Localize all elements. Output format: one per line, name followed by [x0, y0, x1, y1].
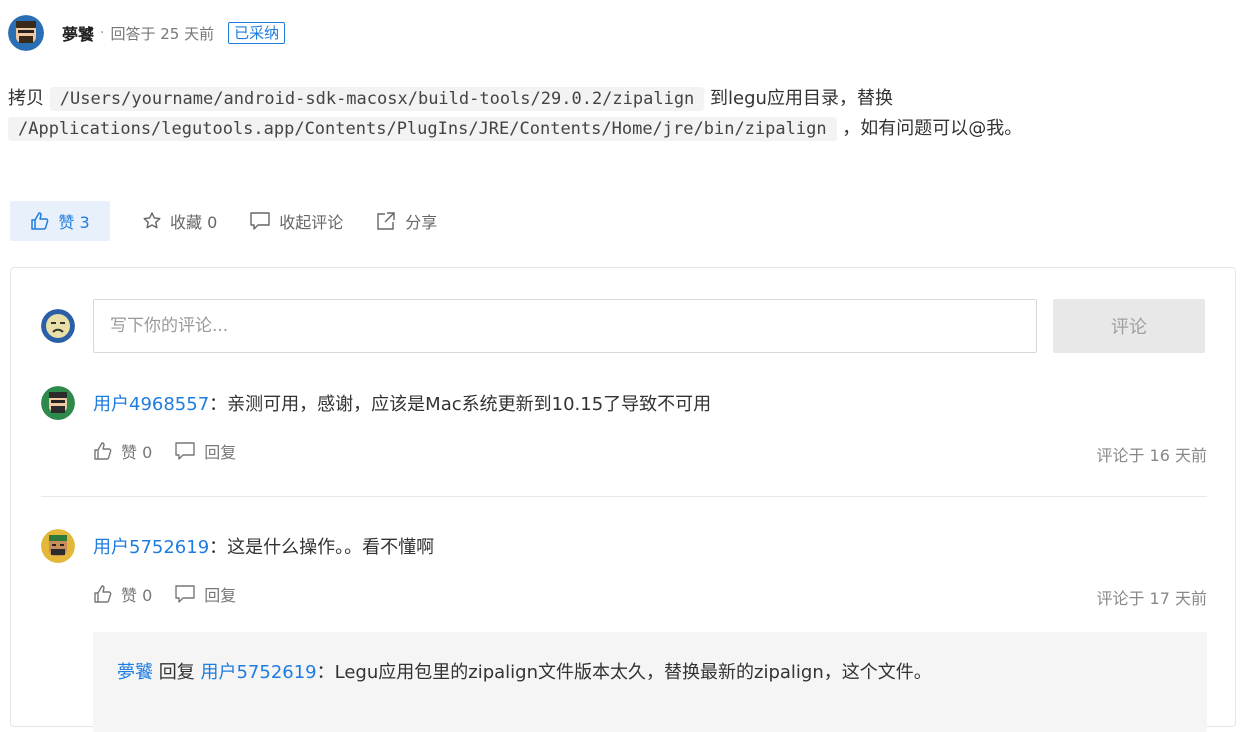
answer-text: 到legu应用目录，替换 — [710, 88, 893, 109]
thumbs-up-icon — [94, 442, 112, 460]
like-label: 赞 3 — [58, 213, 90, 232]
comment-item: 用户4968557：亲测可用，感谢，应该是Mac系统更新到10.15了导致不可用… — [41, 386, 1207, 466]
comment-input[interactable] — [93, 299, 1037, 353]
comments-panel: 评论 用户4968557：亲测可用，感谢，应该是Mac系统更新到10.15了导致… — [10, 267, 1236, 732]
commenter-name[interactable]: 用户5752619 — [93, 537, 209, 558]
answer-time: 回答于 25 天前 — [110, 24, 215, 43]
collapse-comments-button[interactable]: 收起评论 — [249, 209, 343, 233]
commenter-avatar[interactable] — [41, 386, 75, 420]
comment-time: 评论于 17 天前 — [1096, 589, 1207, 608]
comment-text-line: 用户4968557：亲测可用，感谢，应该是Mac系统更新到10.15了导致不可用 — [93, 390, 711, 416]
comment-reply-button[interactable]: 回复 — [174, 582, 236, 606]
comment-text: 这是什么操作。。看不懂啊 — [227, 537, 435, 558]
inline-code: /Applications/legutools.app/Contents/Plu… — [8, 117, 837, 141]
comment-icon — [175, 585, 195, 603]
commenter-avatar[interactable] — [41, 529, 75, 563]
answer-text: 拷贝 — [8, 88, 44, 109]
answer-card: 夢饕 · 回答于 25 天前 已采纳 拷贝 /Users/yourname/an… — [0, 0, 1240, 732]
answer-actions: 赞 3 收藏 0 收起评论 分享 — [10, 201, 437, 241]
comment-actions: 赞 0 回复 — [93, 439, 258, 463]
reply-item: 夢饕 回复 用户5752619：Legu应用包里的zipalign文件版本太久，… — [93, 632, 1207, 732]
inline-code: /Users/yourname/android-sdk-macosx/build… — [49, 87, 705, 111]
author-avatar[interactable] — [8, 15, 44, 51]
answer-content: 拷贝 /Users/yourname/android-sdk-macosx/bu… — [8, 84, 1234, 144]
favorite-label: 收藏 0 — [170, 213, 218, 232]
comment-text: 亲测可用，感谢，应该是Mac系统更新到10.15了导致不可用 — [227, 394, 712, 415]
reply-verb: 回复 — [158, 662, 195, 683]
thumbs-up-icon — [94, 585, 112, 603]
author-name[interactable]: 夢饕 — [62, 21, 94, 45]
share-label: 分享 — [405, 213, 438, 232]
star-icon — [143, 212, 161, 229]
comment-icon — [175, 442, 195, 460]
comment-icon — [250, 212, 270, 230]
comment-form: 评论 — [41, 298, 1207, 354]
like-button[interactable]: 赞 3 — [10, 201, 110, 241]
comment-like-button[interactable]: 赞 0 — [93, 582, 152, 606]
answer-header: 夢饕 · 回答于 25 天前 已采纳 — [8, 14, 286, 52]
current-user-avatar — [41, 309, 75, 343]
comment-time: 评论于 16 天前 — [1096, 446, 1207, 465]
comment-reply-label: 回复 — [204, 443, 237, 462]
reply-text: Legu应用包里的zipalign文件版本太久，替换最新的zipalign，这个… — [334, 662, 932, 683]
comment-like-label: 赞 0 — [121, 443, 153, 462]
comment-item: 用户5752619：这是什么操作。。看不懂啊 赞 0 回复 评论于 17 天前 — [41, 529, 1207, 609]
divider — [41, 496, 1207, 497]
share-button[interactable]: 分享 — [375, 209, 437, 233]
comment-like-button[interactable]: 赞 0 — [93, 439, 152, 463]
answer-text: ，如有问题可以@我。 — [842, 118, 1023, 139]
comment-reply-label: 回复 — [204, 586, 237, 605]
submit-comment-button[interactable]: 评论 — [1053, 299, 1205, 353]
comment-actions: 赞 0 回复 — [93, 582, 258, 606]
reply-target[interactable]: 用户5752619 — [200, 662, 316, 683]
comment-text-line: 用户5752619：这是什么操作。。看不懂啊 — [93, 533, 434, 559]
collapse-label: 收起评论 — [279, 213, 344, 232]
meta-separator: · — [100, 25, 105, 41]
comment-like-label: 赞 0 — [121, 586, 153, 605]
commenter-name[interactable]: 用户4968557 — [93, 394, 209, 415]
comment-reply-button[interactable]: 回复 — [174, 439, 236, 463]
reply-author[interactable]: 夢饕 — [117, 662, 153, 683]
thumbs-up-icon — [31, 212, 49, 230]
colon: ： — [316, 662, 335, 683]
share-icon — [377, 212, 395, 230]
accepted-badge: 已采纳 — [228, 22, 286, 44]
reply-text-line: 夢饕 回复 用户5752619：Legu应用包里的zipalign文件版本太久，… — [117, 658, 932, 684]
colon: ： — [209, 537, 228, 558]
colon: ： — [209, 394, 228, 415]
favorite-button[interactable]: 收藏 0 — [142, 209, 217, 233]
